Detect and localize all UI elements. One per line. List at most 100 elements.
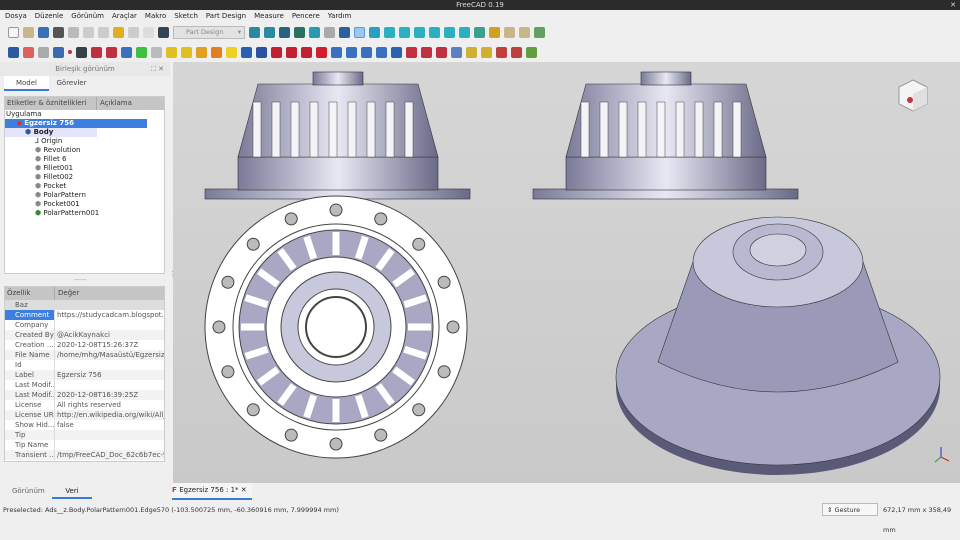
property-row[interactable]: Label Egzersiz 756 [5, 370, 164, 380]
tree-item-document[interactable]: ▪ Egzersiz 756 [5, 119, 147, 128]
tree-item-polarpattern[interactable]: ⬢ PolarPattern [5, 191, 164, 200]
measure-clear-icon[interactable] [496, 46, 507, 58]
fillet-icon[interactable] [391, 46, 402, 58]
sub-shape-binder-icon[interactable] [121, 46, 132, 58]
tree-item-fillet6[interactable]: ⬢ Fillet 6 [5, 155, 164, 164]
splitter-handle[interactable]: ----- [74, 276, 87, 284]
hole-icon[interactable] [256, 46, 267, 58]
property-value[interactable]: @AcikKaynakci [55, 330, 164, 340]
refresh-icon[interactable] [143, 26, 154, 38]
mirrored-icon[interactable] [331, 46, 342, 58]
tree-header-description[interactable]: Açıklama [97, 97, 132, 110]
property-value[interactable] [55, 440, 164, 450]
save-icon[interactable] [38, 26, 49, 38]
back-icon[interactable] [309, 26, 320, 38]
clone-icon[interactable] [136, 46, 147, 58]
print-icon[interactable] [53, 26, 64, 38]
tab-model[interactable]: Model [4, 76, 49, 91]
subtractive-pipe-icon[interactable] [301, 46, 312, 58]
tree-item-body[interactable]: ⬢ Body [5, 128, 97, 137]
local-cs-icon[interactable] [106, 46, 117, 58]
additive-primitive-icon[interactable] [226, 46, 237, 58]
additive-loft-icon[interactable] [196, 46, 207, 58]
navigation-style-button[interactable]: ⇕ Gesture [822, 503, 878, 516]
property-value[interactable]: false [55, 420, 164, 430]
property-row[interactable]: Last Modif... [5, 380, 164, 390]
property-value[interactable]: /home/mhg/Masaüstü/Egzersiz 7... [55, 350, 164, 360]
property-row[interactable]: Show Hid... false [5, 420, 164, 430]
property-value[interactable]: Egzersiz 756 [55, 370, 164, 380]
property-row[interactable]: Transient .../tmp/FreeCAD_Doc_62c6b7ec-9… [5, 450, 164, 460]
property-row[interactable]: Id [5, 360, 164, 370]
create-body-icon[interactable] [8, 46, 19, 58]
link-icon[interactable] [519, 26, 530, 38]
polar-pattern-icon[interactable] [361, 46, 372, 58]
forward-icon[interactable] [324, 26, 335, 38]
property-value[interactable] [55, 380, 164, 390]
tree-item-polarpattern001[interactable]: ⬢ PolarPattern001 [5, 209, 164, 218]
property-row[interactable]: License URL http://en.wikipedia.org/wiki/… [5, 410, 164, 420]
pad-icon[interactable] [166, 46, 177, 58]
groove-icon[interactable] [271, 46, 282, 58]
tab-gorevler[interactable]: Görevler [49, 76, 94, 91]
measure-3d-icon[interactable] [526, 46, 537, 58]
workbench-selector[interactable]: Part Design [173, 25, 245, 39]
fit-all-icon[interactable] [249, 26, 260, 38]
close-tab-icon[interactable]: ✕ [241, 486, 247, 494]
view-front-icon[interactable] [384, 26, 395, 38]
property-row[interactable]: Last Modif... 2020-12-08T16:39:25Z [5, 390, 164, 400]
view-right-icon[interactable] [414, 26, 425, 38]
copy-icon[interactable] [83, 26, 94, 38]
measure-toggle-icon[interactable] [511, 46, 522, 58]
property-value[interactable]: http://en.wikipedia.org/wiki/All_ri... [55, 410, 164, 420]
tree-header-labels[interactable]: Etiketler & öznitelikleri [5, 97, 97, 110]
view-bottom-icon[interactable] [444, 26, 455, 38]
property-row[interactable]: Created By @AcikKaynakci [5, 330, 164, 340]
bounding-box-icon[interactable] [294, 26, 305, 38]
tab-gorunum[interactable]: Görünüm [12, 487, 45, 495]
property-value[interactable] [55, 320, 164, 330]
close-panel-icon[interactable]: ⛶ ✕ [151, 62, 164, 76]
undo-icon[interactable] [113, 26, 124, 38]
subtractive-loft-icon[interactable] [286, 46, 297, 58]
link-actions-icon[interactable] [534, 26, 545, 38]
property-value[interactable] [55, 430, 164, 440]
property-row[interactable]: Creation ... 2020-12-08T15:26:37Z [5, 340, 164, 350]
revolution-icon[interactable] [181, 46, 192, 58]
gear-icon[interactable] [151, 46, 162, 58]
view-iso-icon[interactable] [369, 26, 380, 38]
fit-selection-icon[interactable] [264, 26, 275, 38]
view-top-icon[interactable] [399, 26, 410, 38]
property-value[interactable]: 2020-12-08T16:39:25Z [55, 390, 164, 400]
property-value[interactable]: /tmp/FreeCAD_Doc_62c6b7ec-94... [55, 450, 164, 460]
additive-pipe-icon[interactable] [211, 46, 222, 58]
navigation-cube[interactable] [898, 79, 928, 112]
create-sketch-icon[interactable] [23, 46, 34, 58]
pocket-icon[interactable] [241, 46, 252, 58]
redo-icon[interactable] [128, 26, 139, 38]
close-icon[interactable]: ✕ [950, 0, 956, 10]
open-file-icon[interactable] [23, 26, 34, 38]
shape-binder-icon[interactable] [53, 46, 64, 58]
whats-this-icon[interactable] [158, 26, 169, 38]
paste-icon[interactable] [98, 26, 109, 38]
view-left-icon[interactable] [459, 26, 470, 38]
property-value[interactable]: All rights reserved [55, 400, 164, 410]
property-row[interactable]: File Name/home/mhg/Masaüstü/Egzersiz 7..… [5, 350, 164, 360]
tree-item-pocket[interactable]: ⬢ Pocket [5, 182, 164, 191]
thickness-icon[interactable] [436, 46, 447, 58]
property-value[interactable]: 2020-12-08T15:26:37Z [55, 340, 164, 350]
tree-item-revolution[interactable]: ⬢ Revolution [5, 146, 164, 155]
multi-transform-icon[interactable] [376, 46, 387, 58]
tree-item-origin[interactable]: ⅃ Origin [5, 137, 164, 146]
view-rear-icon[interactable] [429, 26, 440, 38]
model-views[interactable] [173, 62, 960, 483]
measure-angular-icon[interactable] [481, 46, 492, 58]
boolean-icon[interactable] [451, 46, 462, 58]
measure-icon[interactable] [474, 26, 485, 38]
group-icon[interactable] [504, 26, 515, 38]
property-row[interactable]: Company [5, 320, 164, 330]
document-tab[interactable]: F Egzersiz 756 : 1* ✕ [172, 483, 252, 500]
subtractive-primitive-icon[interactable] [316, 46, 327, 58]
sync-view-icon[interactable] [339, 26, 350, 38]
